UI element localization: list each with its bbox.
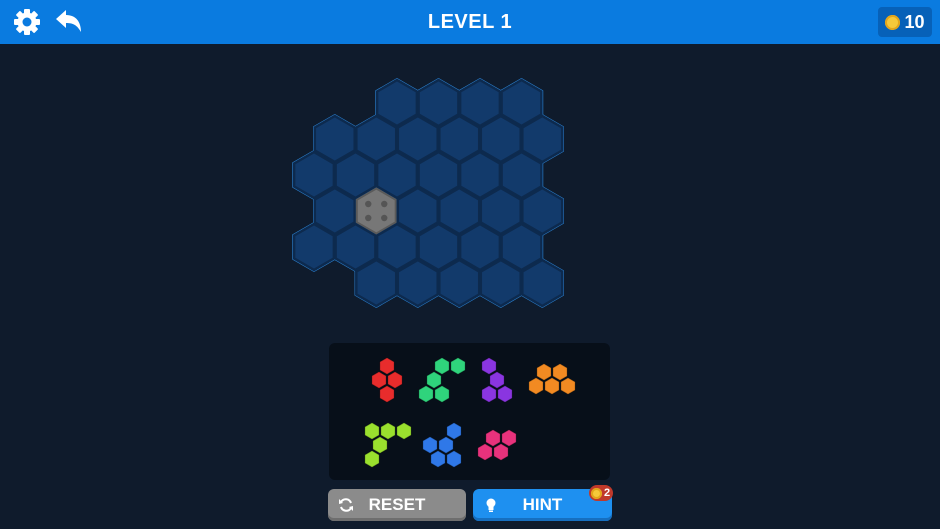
purple-piece-cell: [489, 371, 505, 389]
hint-cost: 2: [604, 487, 611, 499]
lime-piece-cell: [364, 450, 380, 468]
blue-piece-cell: [430, 450, 446, 468]
orange-piece-cell: [536, 363, 552, 381]
refresh-icon: [339, 498, 353, 512]
board-cell: [355, 258, 398, 308]
orange-piece-cell: [528, 377, 544, 395]
blocked-cell-dot: [381, 214, 388, 222]
green-piece-cell: [450, 357, 466, 375]
blue-piece-cell: [446, 422, 462, 440]
pink-piece-cell: [501, 429, 517, 447]
red-piece-cell: [379, 385, 395, 403]
reset-button[interactable]: RESET: [328, 489, 466, 521]
board-cell: [479, 258, 522, 308]
hint-cost-badge: 2: [589, 485, 614, 501]
lime-piece-cell: [396, 422, 412, 440]
board-cell: [521, 258, 564, 308]
red-piece-cell: [379, 357, 395, 375]
green-piece-cell: [426, 371, 442, 389]
green-piece-cell: [418, 385, 434, 403]
red-piece-cell: [387, 371, 403, 389]
pink-piece-cell: [477, 443, 493, 461]
board-cell: [292, 222, 336, 272]
board-cell: [438, 258, 481, 308]
blue-piece-cell: [446, 450, 462, 468]
blue-piece-cell: [422, 436, 438, 454]
lime-piece-cell: [380, 422, 396, 440]
lime-piece-cell: [364, 422, 380, 440]
lime-piece-cell: [372, 436, 388, 454]
blocked-cell-dot: [365, 214, 372, 222]
red-piece-cell: [371, 371, 387, 389]
reset-label: RESET: [368, 495, 426, 514]
blue-piece-cell: [438, 436, 454, 454]
lightbulb-icon: [486, 498, 496, 512]
green-piece-cell: [434, 385, 450, 403]
board-cell: [396, 258, 439, 308]
pink-piece-cell: [485, 429, 501, 447]
purple-piece-cell: [481, 357, 497, 375]
blocked-cell-dot: [381, 200, 388, 208]
orange-piece-cell: [552, 363, 568, 381]
green-piece-cell: [434, 357, 450, 375]
blocked-cell-dot: [365, 200, 372, 208]
purple-piece-cell: [497, 385, 513, 403]
purple-piece-cell: [481, 385, 497, 403]
orange-piece-cell: [560, 377, 576, 395]
orange-piece-cell: [544, 377, 560, 395]
coin-icon: [591, 487, 602, 499]
hint-label: HINT: [522, 495, 563, 514]
pink-piece-cell: [493, 443, 509, 461]
